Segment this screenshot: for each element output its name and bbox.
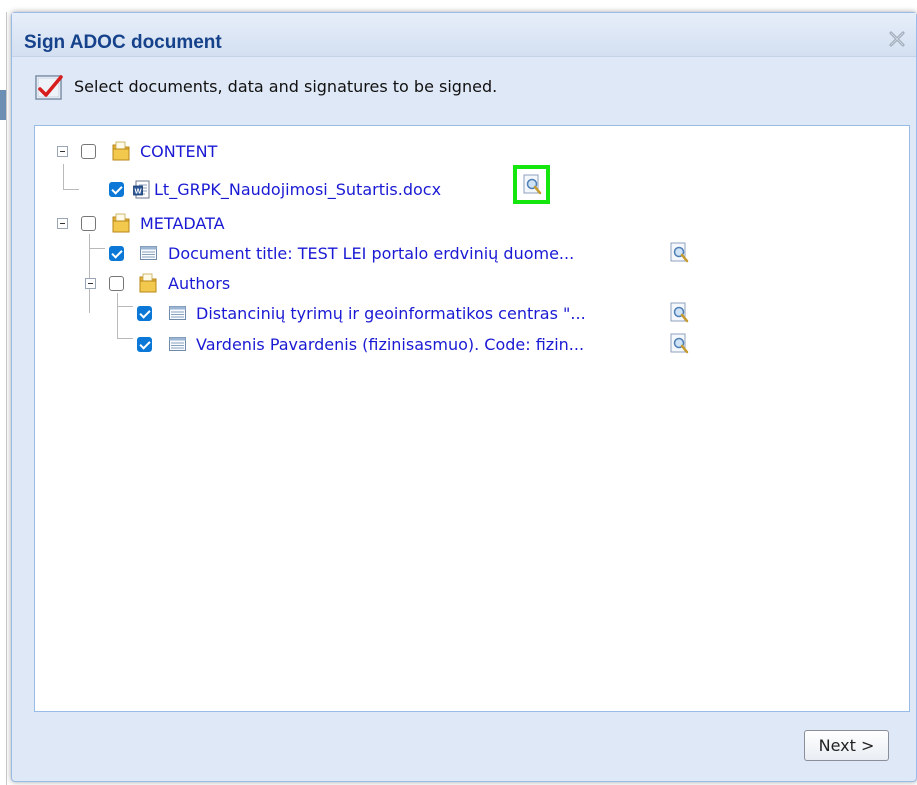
author-label[interactable]: Distancinių tyrimų ir geoinformatikos ce… <box>196 304 586 323</box>
svg-text:W: W <box>134 187 142 196</box>
dialog-title: Sign ADOC document <box>24 32 222 53</box>
tree-node-authors: Authors <box>35 272 435 296</box>
record-icon <box>140 246 157 260</box>
metadata-checkbox[interactable] <box>81 216 96 231</box>
folder-icon <box>112 213 130 233</box>
collapse-toggle[interactable] <box>57 146 68 157</box>
preview-icon[interactable] <box>668 242 690 264</box>
file-label[interactable]: Lt_GRPK_Naudojimosi_Sutartis.docx <box>154 180 441 199</box>
content-checkbox[interactable] <box>81 144 96 159</box>
document-title-checkbox[interactable] <box>109 246 124 261</box>
tree-node-document-title: Document title: TEST LEI portalo erdvini… <box>35 242 735 266</box>
record-icon <box>169 306 186 320</box>
author-checkbox[interactable] <box>137 306 152 321</box>
preview-icon[interactable] <box>668 302 690 324</box>
collapse-toggle[interactable] <box>85 278 96 289</box>
tree-node-metadata: METADATA <box>35 212 435 236</box>
author-label[interactable]: Vardenis Pavardenis (fizinisasmuo). Code… <box>196 335 584 354</box>
close-icon[interactable] <box>886 28 908 50</box>
content-label[interactable]: CONTENT <box>140 142 217 161</box>
tree-node-file: W Lt_GRPK_Naudojimosi_Sutartis.docx <box>35 165 595 204</box>
authors-label[interactable]: Authors <box>168 274 230 293</box>
document-title-label[interactable]: Document title: TEST LEI portalo erdvini… <box>168 244 574 263</box>
instruction-text: Select documents, data and signatures to… <box>74 77 498 96</box>
background-page-strip <box>0 0 917 12</box>
author-checkbox[interactable] <box>137 337 152 352</box>
preview-icon[interactable] <box>668 333 690 355</box>
folder-icon <box>112 141 130 161</box>
folder-icon <box>139 273 157 293</box>
tree-node-author: Vardenis Pavardenis (fizinisasmuo). Code… <box>35 333 735 357</box>
next-button[interactable]: Next > <box>804 730 889 761</box>
file-checkbox[interactable] <box>109 182 124 197</box>
sign-adoc-dialog: Sign ADOC document Select documents, dat… <box>11 12 917 782</box>
metadata-label[interactable]: METADATA <box>140 214 225 233</box>
record-icon <box>169 337 186 351</box>
authors-checkbox[interactable] <box>109 276 124 291</box>
word-doc-icon: W <box>133 180 150 199</box>
tree-node-content: CONTENT <box>35 140 435 164</box>
sign-document-icon <box>35 75 63 100</box>
dialog-titlebar: Sign ADOC document <box>12 13 916 57</box>
collapse-toggle[interactable] <box>57 218 68 229</box>
tree-node-author: Distancinių tyrimų ir geoinformatikos ce… <box>35 302 735 326</box>
instruction-row: Select documents, data and signatures to… <box>34 73 896 103</box>
preview-icon[interactable] <box>521 174 543 196</box>
background-page-border <box>6 12 7 785</box>
document-tree: CONTENT W Lt_GRPK_Naudojimosi_Sutartis.d… <box>34 125 910 712</box>
